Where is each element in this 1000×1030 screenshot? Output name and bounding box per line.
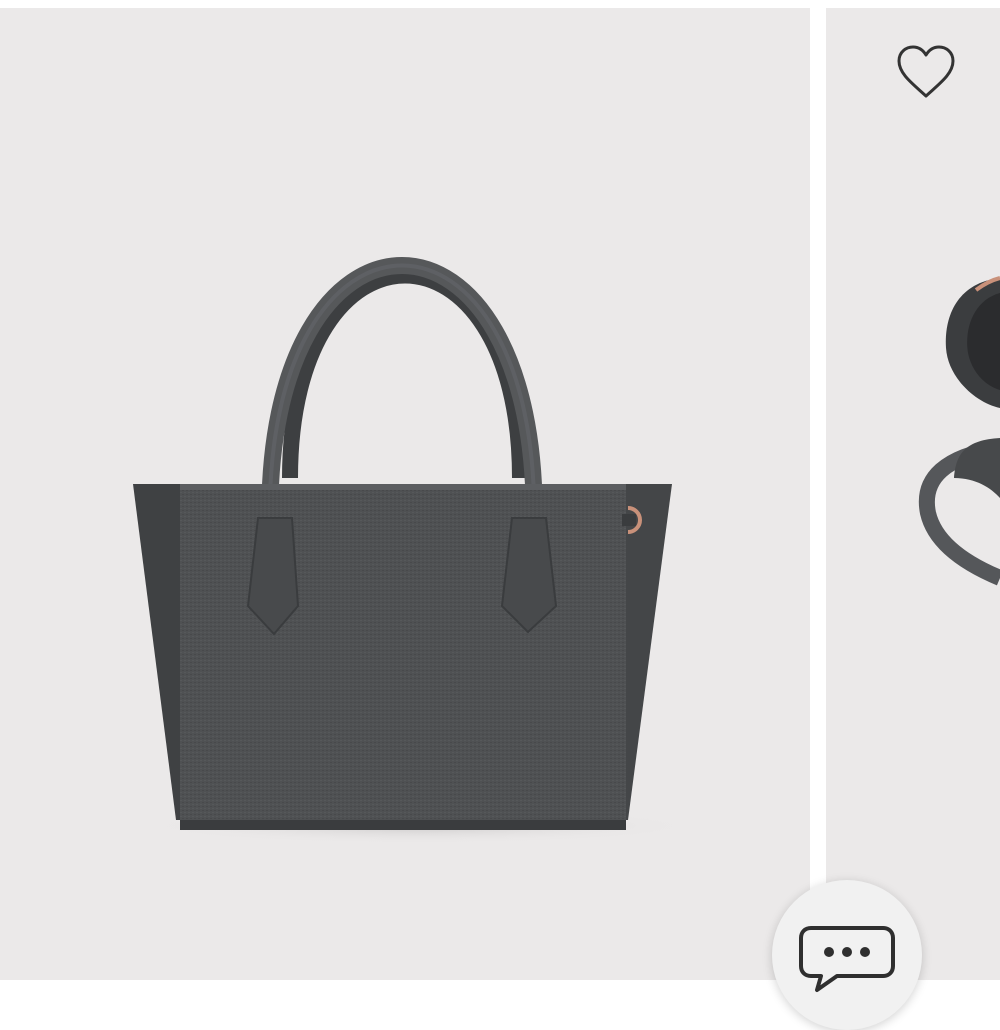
product-image-main[interactable] bbox=[0, 8, 810, 980]
product-image-next[interactable] bbox=[826, 8, 1000, 980]
product-image-carousel[interactable] bbox=[0, 0, 1000, 1000]
heart-outline-icon bbox=[897, 45, 955, 98]
open-bag-image bbox=[918, 276, 1000, 586]
chat-bubble-icon bbox=[799, 926, 895, 992]
wishlist-button[interactable] bbox=[893, 42, 959, 102]
tote-bag-image bbox=[133, 257, 700, 844]
chat-launcher-button[interactable] bbox=[772, 880, 922, 1030]
